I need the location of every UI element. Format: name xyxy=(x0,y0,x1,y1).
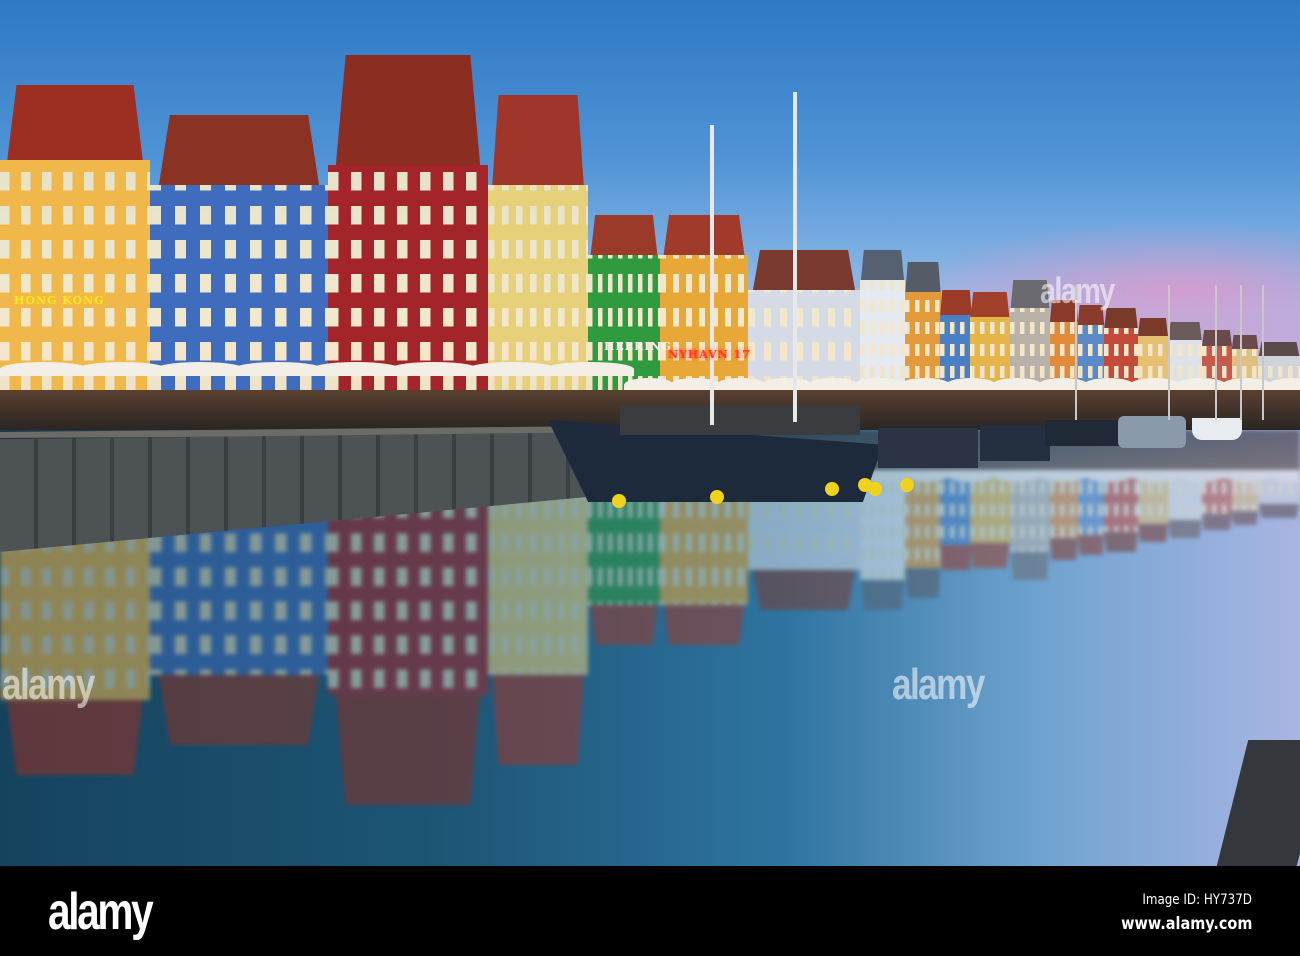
roof xyxy=(1102,532,1140,552)
roof xyxy=(970,292,1010,317)
watermark-text: alamy xyxy=(1040,270,1115,311)
buoy xyxy=(825,482,839,496)
roof xyxy=(746,570,862,610)
buoy xyxy=(612,494,626,508)
roof xyxy=(158,115,320,185)
umbrella xyxy=(546,362,634,376)
watermark-text: alamy xyxy=(892,660,985,709)
umbrella xyxy=(312,362,400,376)
umbrella xyxy=(946,468,996,482)
umbrella xyxy=(1222,468,1272,482)
mast xyxy=(1215,285,1217,420)
roof xyxy=(903,568,943,598)
roof xyxy=(658,605,750,645)
roof xyxy=(858,580,907,610)
watermark-bar xyxy=(0,866,1300,956)
covered-boat xyxy=(1118,416,1186,448)
facade xyxy=(488,185,588,410)
umbrella xyxy=(156,362,244,376)
site-url: www.alamy.com xyxy=(1120,914,1252,934)
roof xyxy=(1008,552,1052,580)
roof xyxy=(1202,330,1232,346)
roof xyxy=(938,545,974,570)
mast xyxy=(710,125,714,425)
facade xyxy=(150,185,328,410)
roof xyxy=(1200,514,1234,530)
umbrella xyxy=(78,362,166,376)
roof xyxy=(486,675,590,765)
image-id: Image ID: HY737D xyxy=(1142,892,1252,908)
white-boat xyxy=(1192,418,1242,440)
roof xyxy=(940,290,972,315)
umbrella xyxy=(1038,468,1088,482)
umbrella xyxy=(1176,468,1226,482)
boat-hull xyxy=(980,425,1050,461)
mast xyxy=(793,92,797,422)
mast xyxy=(1168,285,1170,420)
roof xyxy=(1136,524,1170,542)
watermark-text: alamy xyxy=(2,660,95,709)
buoy xyxy=(710,490,724,504)
roof xyxy=(492,95,584,185)
roof xyxy=(752,250,856,290)
roof xyxy=(1048,538,1080,560)
roof xyxy=(1168,322,1202,340)
roof xyxy=(968,543,1012,568)
building-row xyxy=(0,0,1300,430)
roof xyxy=(663,215,745,255)
roof xyxy=(148,675,330,745)
roof xyxy=(0,700,152,775)
buoy xyxy=(900,478,914,492)
roof xyxy=(326,695,490,805)
roof xyxy=(590,215,658,255)
roof xyxy=(860,250,905,280)
boat-deck xyxy=(620,405,860,435)
sign-nyhavn-17: NYHAVN 17 xyxy=(668,348,751,361)
roof xyxy=(586,605,662,645)
boat-hull xyxy=(1045,420,1120,446)
sign-hong-kong: HONG KONG xyxy=(14,294,105,307)
roof xyxy=(1166,520,1204,538)
alamy-logo: alamy xyxy=(48,883,154,941)
roof xyxy=(7,85,143,160)
umbrella xyxy=(234,362,322,376)
roof xyxy=(905,262,941,292)
umbrella xyxy=(1130,468,1180,482)
umbrella xyxy=(992,468,1042,482)
mast xyxy=(1262,285,1264,420)
boat-hull xyxy=(878,428,978,468)
building xyxy=(328,55,488,410)
umbrella xyxy=(1084,468,1134,482)
umbrella xyxy=(0,362,88,376)
umbrella xyxy=(468,362,556,376)
roof xyxy=(1076,535,1106,555)
roof xyxy=(1256,504,1300,518)
roof xyxy=(1138,318,1168,336)
roof xyxy=(335,55,481,165)
sign-heering: HEERING xyxy=(604,340,672,353)
umbrella xyxy=(390,362,478,376)
roof xyxy=(1231,335,1259,349)
photo: HONG KONG HEERING NYHAVN 17 alamy alamy … xyxy=(0,0,1300,866)
roof xyxy=(1230,511,1260,525)
buoy xyxy=(868,482,882,496)
mast xyxy=(1240,285,1242,420)
